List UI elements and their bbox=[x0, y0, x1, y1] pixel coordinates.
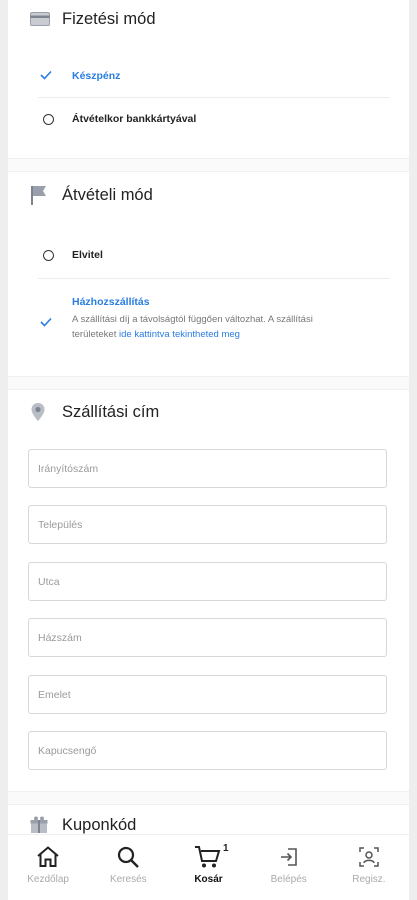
tab-label: Kezdőlap bbox=[27, 874, 69, 885]
search-icon bbox=[116, 845, 140, 869]
floor-input[interactable] bbox=[28, 675, 387, 714]
city-input[interactable] bbox=[28, 505, 387, 544]
address-section-title: Szállítási cím bbox=[30, 393, 159, 431]
divider bbox=[38, 278, 390, 279]
tab-login[interactable]: Belépés bbox=[249, 835, 329, 900]
tab-search[interactable]: Keresés bbox=[88, 835, 168, 900]
location-pin-icon bbox=[30, 402, 62, 422]
divider bbox=[38, 97, 390, 98]
tab-label: Belépés bbox=[270, 874, 307, 885]
check-icon bbox=[30, 67, 72, 85]
postal-code-input[interactable] bbox=[28, 449, 387, 488]
house-number-input[interactable] bbox=[28, 618, 387, 657]
section-divider bbox=[8, 791, 409, 805]
delivery-areas-link[interactable]: ide kattintva tekintheted meg bbox=[119, 329, 240, 340]
credit-card-icon bbox=[30, 12, 62, 26]
pickup-title: Átvételi mód bbox=[62, 185, 153, 204]
checkout-page: Fizetési mód Készpénz Átvételkor bankkár… bbox=[8, 0, 409, 900]
section-divider bbox=[8, 376, 409, 390]
tab-home[interactable]: Kezdőlap bbox=[8, 835, 88, 900]
payment-option-card[interactable]: Átvételkor bankkártyával bbox=[30, 107, 390, 131]
tab-label: Keresés bbox=[109, 874, 147, 885]
delivery-description: A szállítási díj a távolságtól függően v… bbox=[72, 312, 392, 342]
pickup-section-title: Átvételi mód bbox=[30, 176, 153, 214]
pickup-option-label: Elvitel bbox=[72, 249, 103, 261]
cart-icon: 1 bbox=[194, 843, 229, 869]
payment-option-label: Készpénz bbox=[72, 70, 121, 82]
radio-button[interactable] bbox=[30, 249, 72, 261]
tab-label: Regisz. bbox=[352, 874, 386, 885]
pickup-option-takeaway[interactable]: Elvitel bbox=[30, 243, 390, 267]
gift-icon bbox=[30, 816, 62, 834]
bottom-tab-bar: Kezdőlap Keresés 1 Kosár Belépés Regisz. bbox=[8, 834, 409, 900]
payment-option-cash[interactable]: Készpénz bbox=[30, 64, 390, 88]
payment-option-label: Átvételkor bankkártyával bbox=[72, 113, 197, 125]
radio-button[interactable] bbox=[30, 113, 72, 125]
coupon-title: Kuponkód bbox=[62, 815, 137, 834]
section-divider bbox=[8, 158, 409, 172]
check-icon bbox=[40, 314, 52, 332]
street-input[interactable] bbox=[28, 562, 387, 601]
pickup-option-label: Házhozszállítás bbox=[72, 296, 150, 308]
delivery-desc-line1: A szállítási díj a távolságtól függően v… bbox=[72, 314, 313, 325]
home-icon bbox=[35, 845, 61, 869]
doorbell-input[interactable] bbox=[28, 731, 387, 770]
tab-register[interactable]: Regisz. bbox=[329, 835, 409, 900]
cart-badge: 1 bbox=[222, 843, 229, 854]
tab-label: Kosár bbox=[194, 874, 223, 885]
payment-title: Fizetési mód bbox=[62, 9, 156, 28]
delivery-desc-line2: területeket bbox=[72, 329, 117, 340]
tab-cart[interactable]: 1 Kosár bbox=[168, 835, 248, 900]
payment-section-title: Fizetési mód bbox=[30, 0, 156, 38]
login-icon bbox=[277, 845, 301, 869]
flag-icon bbox=[30, 185, 62, 205]
register-icon bbox=[357, 845, 381, 869]
address-title: Szállítási cím bbox=[62, 402, 160, 421]
pickup-option-delivery[interactable]: Házhozszállítás A szállítási díj a távol… bbox=[30, 295, 390, 347]
